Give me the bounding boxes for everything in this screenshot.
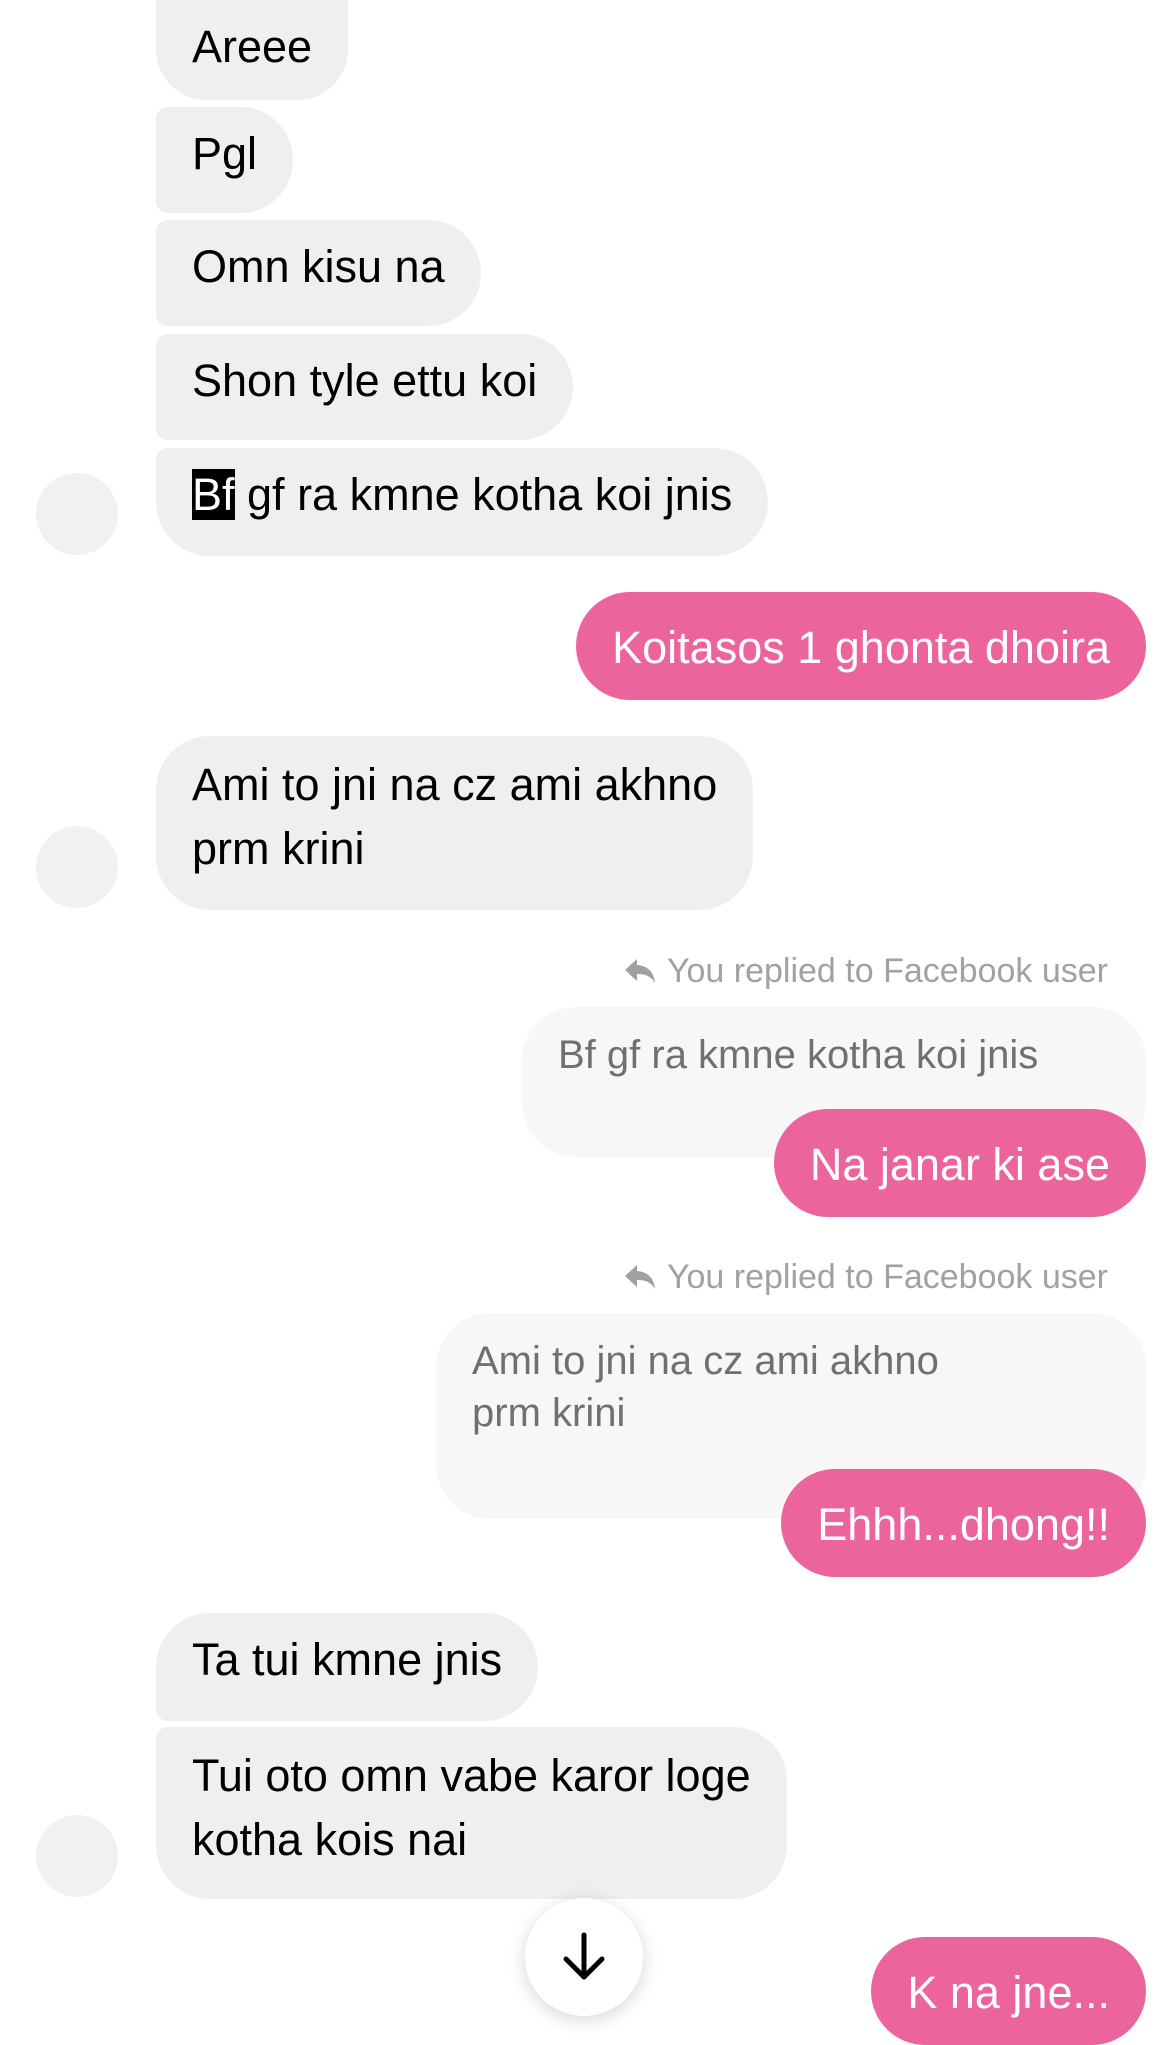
message-text: Pgl (192, 128, 258, 179)
message-text: Koitasos 1 ghonta dhoira (612, 622, 1110, 673)
sender-avatar[interactable] (36, 826, 118, 908)
quoted-text: Bf gf ra kmne kotha koi jnis (558, 1033, 1039, 1077)
quoted-text-line: Ami to jni na cz ami akhno (472, 1339, 939, 1383)
reply-note-text: You replied to Facebook user (666, 952, 1108, 990)
message-bubble-incoming[interactable]: Omn kisu na (156, 220, 481, 326)
message-text: Na janar ki ase (809, 1139, 1110, 1190)
message-bubble-outgoing[interactable]: Koitasos 1 ghonta dhoira (576, 592, 1146, 700)
message-bubble-outgoing[interactable]: K na jne... (871, 1937, 1146, 2045)
message-bubble-outgoing[interactable]: Ehhh...dhong!! (781, 1469, 1146, 1577)
text-selection-highlight: Bf (192, 469, 235, 520)
reply-arrow-icon (624, 1265, 655, 1289)
message-text: Ehhh...dhong!! (817, 1499, 1110, 1550)
message-text: Ta tui kmne jnis (192, 1634, 503, 1685)
quoted-text-line: prm krini (472, 1391, 626, 1435)
reply-note: You replied to Facebook user (623, 951, 1108, 991)
reply-note-text: You replied to Facebook user (666, 1258, 1108, 1296)
message-text: Areee (192, 21, 313, 72)
sender-avatar[interactable] (36, 1815, 118, 1897)
reply-note: You replied to Facebook user (623, 1257, 1108, 1297)
message-bubble-incoming[interactable]: Shon tyle ettu koi (156, 334, 574, 440)
message-bubble-incoming[interactable]: Ta tui kmne jnis (156, 1613, 539, 1721)
message-bubble-incoming[interactable]: Bf gf ra kmne kotha koi jnis (156, 448, 769, 556)
message-text: Shon tyle ettu koi (192, 355, 538, 406)
message-text-line: Ami to jni na cz ami akhno (192, 759, 718, 810)
reply-arrow-icon (624, 959, 655, 983)
message-text-line: prm krini (192, 823, 365, 874)
scroll-to-bottom-button[interactable] (525, 1898, 643, 2016)
message-text: Omn kisu na (192, 241, 445, 292)
message-bubble-incoming[interactable]: Ami to jni na cz ami akhno prm krini (156, 736, 754, 910)
message-text: gf ra kmne kotha koi jnis (234, 469, 733, 520)
message-text-line: kotha kois nai (192, 1814, 468, 1865)
arrow-down-icon (563, 1932, 605, 1980)
message-bubble-incoming[interactable]: Areee (156, 0, 349, 100)
message-text: K na jne... (907, 1967, 1110, 2018)
message-bubble-incoming[interactable]: Tui oto omn vabe karor loge kotha kois n… (156, 1727, 787, 1899)
sender-avatar[interactable] (36, 473, 118, 555)
message-text-line: Tui oto omn vabe karor loge (192, 1750, 751, 1801)
message-bubble-incoming[interactable]: Pgl (156, 107, 294, 213)
message-bubble-outgoing[interactable]: Na janar ki ase (773, 1109, 1146, 1217)
